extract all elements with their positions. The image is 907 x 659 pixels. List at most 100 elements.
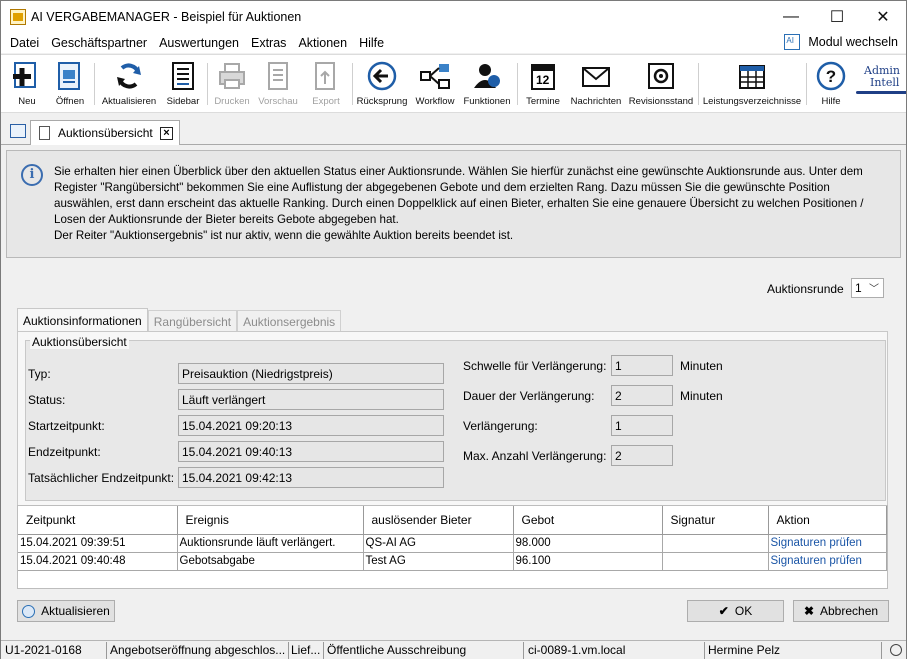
sidebar-button[interactable]: Sidebar (165, 58, 201, 112)
cell-gebot: 96.100 (513, 552, 663, 571)
cancel-x-icon: ✖ (803, 604, 814, 618)
oeffnen-button[interactable]: Öffnen (53, 58, 87, 112)
cell-signatur (662, 534, 769, 553)
maximize-button[interactable]: ☐ (814, 1, 860, 32)
toolbar-separator (94, 63, 95, 105)
tab-auktionsinformationen[interactable]: Auktionsinformationen (17, 308, 148, 332)
close-button[interactable]: ✕ (860, 1, 906, 32)
ruecksprung-label: Rücksprung (356, 96, 408, 107)
status-id: U1-2021-0168 (5, 643, 82, 657)
schwelle-unit: Minuten (680, 359, 723, 373)
menu-hilfe[interactable]: Hilfe (353, 36, 390, 50)
dauer-unit: Minuten (680, 389, 723, 403)
envelope-icon (579, 58, 613, 94)
aktualisieren-toolbar-button[interactable]: Aktualisieren (102, 58, 156, 112)
tab-auktionsergebnis[interactable]: Auktionsergebnis (237, 310, 342, 332)
info-line: Der Reiter "Auktionsergebnis" ist nur ak… (54, 229, 514, 242)
drucken-button[interactable]: Drucken (213, 58, 251, 112)
column-header-bieter[interactable]: auslösender Bieter (363, 506, 514, 535)
overview-group: Auktionsübersicht Typ: Preisauktion (Nie… (25, 335, 886, 501)
column-header-aktion[interactable]: Aktion (768, 506, 887, 535)
svg-text:?: ? (826, 67, 836, 86)
modul-wechseln-label: Modul wechseln (808, 35, 898, 49)
status-bar: U1-2021-0168 Angebotseröffnung abgeschlo… (1, 640, 906, 659)
cell-ereignis: Gebotsabgabe (177, 552, 364, 571)
auktionsrunde-select[interactable]: 1 ﹀ (851, 278, 884, 298)
revisionsstand-button[interactable]: Revisionsstand (629, 58, 693, 112)
hilfe-label: Hilfe (821, 96, 841, 107)
leistungsverzeichnisse-label: Leistungsverzeichnisse (702, 96, 802, 107)
cell-zeitpunkt: 15.04.2021 09:40:48 (18, 552, 178, 571)
column-header-ereignis[interactable]: Ereignis (177, 506, 364, 535)
workflow-icon (418, 58, 452, 94)
tatsaechlicher-endzeitpunkt-field: 15.04.2021 09:42:13 (178, 467, 444, 488)
table-row[interactable]: 15.04.2021 09:40:48 Gebotsabgabe Test AG… (18, 552, 887, 571)
back-arrow-icon (365, 58, 399, 94)
column-header-gebot[interactable]: Gebot (513, 506, 663, 535)
ok-button[interactable]: ✔ OK (687, 600, 784, 622)
minimize-button[interactable]: — (768, 1, 814, 32)
modul-icon (784, 34, 801, 50)
info-line: Losen der Auktionsrunde der Bieter berei… (54, 213, 399, 226)
info-line: auswählen, erst dann erscheint das aktue… (54, 197, 864, 210)
signaturen-pruefen-link[interactable]: Signaturen prüfen (768, 552, 887, 571)
close-tab-icon[interactable]: × (160, 127, 173, 140)
typ-label: Typ: (28, 367, 51, 381)
modul-wechseln-button[interactable]: Modul wechseln (784, 34, 898, 50)
table-row[interactable]: 15.04.2021 09:39:51 Auktionsrunde läuft … (18, 534, 887, 553)
menu-geschaeftspartner[interactable]: Geschäftspartner (45, 36, 153, 50)
info-line: Sie erhalten hier einen Überblick über d… (54, 165, 863, 178)
sidebar-label: Sidebar (166, 96, 200, 107)
status-separator (881, 642, 882, 659)
printer-icon (215, 58, 249, 94)
menu-auswertungen[interactable]: Auswertungen (153, 36, 245, 50)
workflow-label: Workflow (415, 96, 455, 107)
column-header-signatur[interactable]: Signatur (662, 506, 769, 535)
nachrichten-button[interactable]: Nachrichten (570, 58, 622, 112)
termine-button[interactable]: 12 Termine (524, 58, 562, 112)
typ-field: Preisauktion (Niedrigstpreis) (178, 363, 444, 384)
document-tab-bar: Auktionsübersicht × (1, 114, 906, 145)
neu-button[interactable]: Neu (10, 58, 44, 112)
verlaengerung-field: 1 (611, 415, 673, 436)
export-icon (309, 58, 343, 94)
workflow-button[interactable]: Workflow (415, 58, 455, 112)
aktualisieren-button[interactable]: Aktualisieren (17, 600, 115, 622)
menu-extras[interactable]: Extras (245, 36, 292, 50)
termine-label: Termine (526, 96, 560, 107)
funktionen-label: Funktionen (463, 96, 511, 107)
info-text: Sie erhalten hier einen Überblick über d… (54, 164, 894, 244)
hilfe-button[interactable]: ? Hilfe (814, 58, 848, 112)
status-field: Läuft verlängert (178, 389, 444, 410)
abbrechen-button[interactable]: ✖ Abbrechen (793, 600, 889, 622)
aktualisieren-label: Aktualisieren (41, 604, 110, 618)
vorschau-button[interactable]: Vorschau (257, 58, 299, 112)
startzeitpunkt-label: Startzeitpunkt: (28, 419, 105, 433)
max-verlaengerung-label: Max. Anzahl Verlängerung: (463, 449, 607, 463)
tab-rangübersicht[interactable]: Rangübersicht (147, 310, 238, 332)
logo-swoosh (856, 91, 906, 94)
leistungsverzeichnisse-button[interactable]: Leistungsverzeichnisse (702, 58, 802, 112)
schwelle-field: 1 (611, 355, 673, 376)
window-controls: — ☐ ✕ (768, 1, 906, 32)
export-label: Export (312, 96, 340, 107)
funktionen-button[interactable]: Funktionen (463, 58, 511, 112)
calendar-day: 12 (536, 73, 550, 87)
cell-ereignis: Auktionsrunde läuft verlängert. (177, 534, 364, 553)
menu-aktionen[interactable]: Aktionen (292, 36, 353, 50)
menu-datei[interactable]: Datei (1, 36, 45, 50)
tatsaechlicher-endzeitpunkt-label: Tatsächlicher Endzeitpunkt: (28, 471, 175, 485)
ruecksprung-button[interactable]: Rücksprung (356, 58, 408, 112)
schwelle-label: Schwelle für Verlängerung: (463, 359, 607, 373)
status-separator (323, 642, 324, 659)
document-navigator-icon[interactable] (10, 124, 26, 138)
column-header-zeitpunkt[interactable]: Zeitpunkt (18, 506, 178, 535)
info-icon: i (21, 164, 43, 186)
ok-label: OK (734, 604, 753, 618)
signaturen-pruefen-link[interactable]: Signaturen prüfen (768, 534, 887, 553)
events-table: Zeitpunkt Ereignis auslösender Bieter Ge… (17, 505, 888, 589)
tab-auktionsuebersicht[interactable]: Auktionsübersicht × (30, 120, 180, 145)
export-button[interactable]: Export (307, 58, 345, 112)
preview-icon (261, 58, 295, 94)
status-verfahren: Öffentliche Ausschreibung (327, 643, 467, 657)
